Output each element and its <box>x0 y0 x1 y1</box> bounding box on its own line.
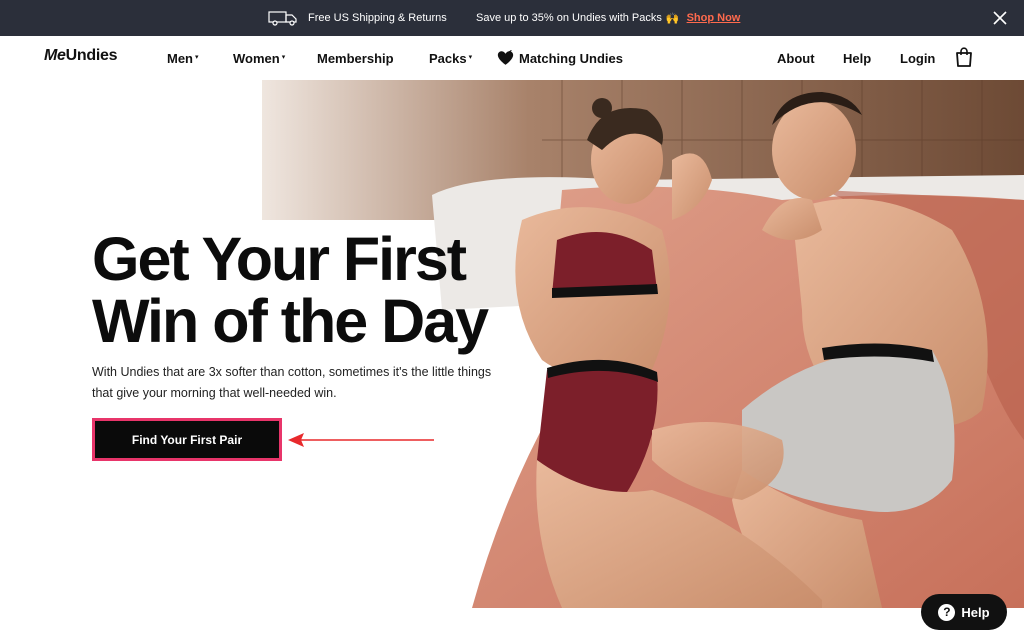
shipping-notice: Free US Shipping & Returns <box>268 0 447 36</box>
chevron-down-icon: ▾ <box>468 54 473 61</box>
main-nav: MeUndies Men ▾ Women ▾ Membership Packs ▾ M… <box>0 36 1024 80</box>
find-first-pair-button[interactable]: Find Your First Pair <box>92 418 282 461</box>
truck-icon <box>268 11 297 26</box>
help-widget-button[interactable]: ? Help <box>921 594 1007 630</box>
nav-item-women[interactable]: Women ▾ <box>233 36 285 80</box>
shop-now-link[interactable]: Shop Now <box>687 12 741 24</box>
logo-undies: Undies <box>65 47 118 64</box>
close-icon[interactable] <box>990 8 1010 28</box>
nav-item-membership[interactable]: Membership <box>317 36 394 80</box>
nav-item-label: Packs <box>429 50 467 66</box>
nav-item-label: Men <box>167 50 193 66</box>
nav-item-label: About <box>777 50 815 66</box>
chevron-down-icon: ▾ <box>195 54 199 61</box>
hero-section: Get Your First Win of the Day With Undie… <box>0 80 1024 608</box>
shipping-text: Free US Shipping & Returns <box>308 12 447 24</box>
annotation-arrow-icon <box>288 433 434 447</box>
packs-promo-text: Save up to 35% on Undies with Packs <box>476 12 662 24</box>
meundies-logo[interactable]: MeUndies <box>44 47 117 65</box>
nav-item-men[interactable]: Men ▾ <box>167 36 199 80</box>
question-icon: ? <box>938 603 956 621</box>
announcement-bar: Free US Shipping & Returns Save up to 35… <box>0 0 1024 36</box>
logo-me: Me <box>44 47 66 64</box>
chevron-down-icon: ▾ <box>281 54 286 61</box>
raised-hands-icon: 🙌 <box>665 12 680 25</box>
hero-subtext: With Undies that are 3x softer than cott… <box>92 365 492 400</box>
nav-item-packs[interactable]: Packs ▾ <box>429 36 472 80</box>
headline-line-2: Win of the Day <box>92 287 489 355</box>
hero-headline: Get Your First Win of the Day <box>92 228 522 352</box>
nav-item-label: Help <box>843 50 872 66</box>
nav-item-login[interactable]: Login <box>900 36 935 80</box>
heart-icon <box>497 50 514 65</box>
nav-item-label: Matching Undies <box>519 50 624 66</box>
nav-item-matching-undies[interactable]: Matching Undies <box>497 36 623 80</box>
packs-promo: Save up to 35% on Undies with Packs 🙌 Sh… <box>476 0 740 36</box>
nav-item-label: Login <box>900 50 936 66</box>
headline-line-1: Get Your First <box>92 225 467 293</box>
nav-item-label: Membership <box>317 50 394 66</box>
shopping-bag-icon[interactable] <box>955 47 973 67</box>
help-widget-label: Help <box>961 604 990 620</box>
nav-item-label: Women <box>233 50 280 66</box>
nav-item-help[interactable]: Help <box>843 36 871 80</box>
nav-item-about[interactable]: About <box>777 36 815 80</box>
